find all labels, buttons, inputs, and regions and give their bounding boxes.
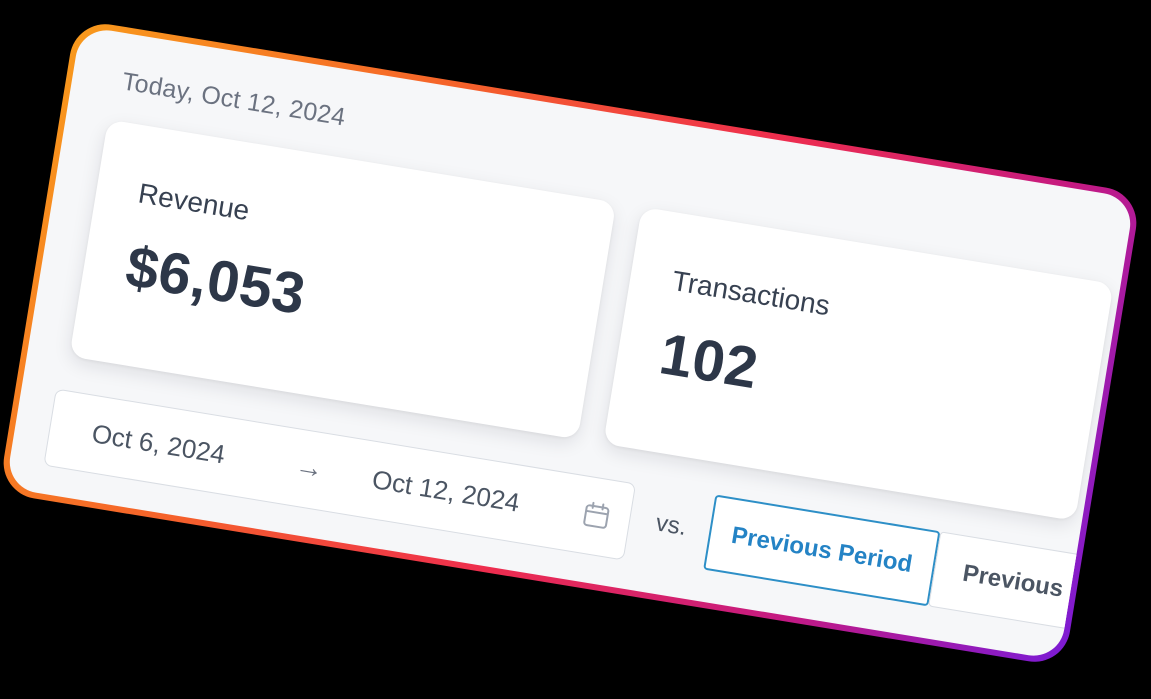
- revenue-card: Revenue $6,053: [69, 119, 617, 440]
- revenue-label: Revenue: [136, 177, 252, 227]
- previous-period-button[interactable]: Previous Period: [703, 494, 941, 607]
- vs-label: vs.: [653, 509, 689, 542]
- gradient-frame: Today, Oct 12, 2024 Revenue $6,053 Trans…: [0, 18, 1142, 668]
- today-date-label: Today, Oct 12, 2024: [120, 67, 348, 132]
- range-end-date[interactable]: Oct 12, 2024: [370, 464, 522, 519]
- range-start-date[interactable]: Oct 6, 2024: [90, 418, 228, 470]
- transactions-value: 102: [655, 321, 763, 402]
- range-arrow-icon: →: [293, 449, 326, 485]
- revenue-value: $6,053: [121, 233, 310, 328]
- stage: Today, Oct 12, 2024 Revenue $6,053 Trans…: [0, 0, 1151, 699]
- transactions-label: Transactions: [669, 264, 833, 322]
- transactions-card: Transactions 102: [603, 206, 1114, 521]
- calendar-icon[interactable]: [581, 500, 611, 532]
- dashboard-panel: Today, Oct 12, 2024 Revenue $6,053 Trans…: [5, 25, 1135, 661]
- previous-button[interactable]: Previous: [928, 531, 1135, 642]
